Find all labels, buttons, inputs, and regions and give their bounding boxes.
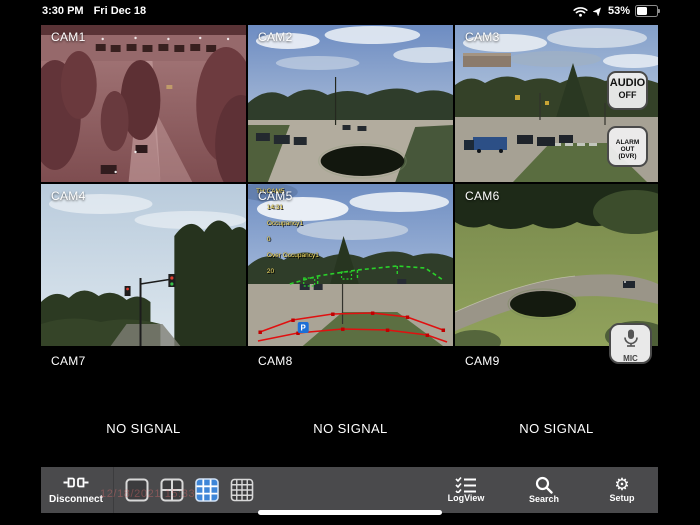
location-icon (592, 7, 601, 16)
layout-4x4-button[interactable] (229, 477, 255, 503)
camera-label: CAM8 (258, 354, 293, 368)
status-bar: 3:30 PM Fri Dec 18 53% (0, 0, 700, 24)
wifi-icon (573, 6, 588, 17)
alarm-out-button[interactable]: ALARM OUT (DVR) (607, 126, 648, 167)
no-signal-text: NO SIGNAL (106, 421, 181, 436)
camera-label: CAM7 (51, 354, 86, 368)
alarm-button-target: (DVR) (618, 153, 637, 160)
camera-label: CAM2 (258, 30, 293, 44)
camera-label: CAM6 (465, 189, 500, 203)
audio-button-state: OFF (618, 90, 637, 100)
status-date: Fri Dec 18 (93, 5, 147, 17)
battery-fill (637, 7, 647, 15)
camera-label: CAM4 (51, 189, 86, 203)
search-button[interactable]: Search (520, 476, 568, 504)
setup-button[interactable]: ⚙ Setup (598, 476, 646, 504)
layout-3x3-button-active[interactable] (194, 477, 220, 503)
camera-tile-cam1[interactable]: CAM1 (41, 25, 246, 182)
camera-label: CAM5 (258, 189, 293, 203)
status-time: 3:30 PM (42, 5, 84, 17)
audio-off-button[interactable]: AUDIO OFF (607, 71, 648, 110)
cam6-video-feed (455, 184, 658, 346)
layout-1x1-button[interactable] (124, 477, 150, 503)
logview-label: LogView (447, 493, 485, 503)
gear-icon: ⚙ (614, 475, 630, 494)
camera-label: CAM9 (465, 354, 500, 368)
mic-button[interactable]: MIC (609, 323, 652, 364)
bottom-toolbar: Disconnect LogView Search ⚙ Setup (41, 467, 658, 513)
status-time-date: 3:30 PM Fri Dec 18 (42, 5, 146, 17)
parking-marker: P (301, 323, 307, 332)
camera-label: CAM3 (465, 30, 500, 44)
camera-tile-cam6[interactable]: CAM6 (455, 184, 658, 346)
layout-2x2-button[interactable] (159, 477, 185, 503)
toolbar-divider (113, 467, 114, 513)
disconnect-button[interactable]: Disconnect (41, 475, 111, 505)
disconnect-label: Disconnect (49, 494, 103, 505)
cam4-video-feed (41, 184, 246, 346)
no-signal-text: NO SIGNAL (313, 421, 388, 436)
mic-button-label: MIC (623, 354, 638, 363)
camera-tile-cam2[interactable]: CAM2 (248, 25, 453, 182)
disconnect-plug-icon (63, 477, 89, 488)
cam2-video-feed (248, 25, 453, 182)
setup-label: Setup (609, 493, 635, 503)
battery-nub (658, 9, 660, 13)
status-indicators: 53% (573, 5, 660, 17)
cam1-video-feed (41, 25, 246, 182)
toolbar-right-group: LogView Search ⚙ Setup (442, 476, 646, 504)
microphone-icon (623, 329, 638, 347)
battery-icon (635, 5, 660, 17)
home-indicator[interactable] (258, 510, 442, 515)
search-icon (535, 476, 553, 494)
logview-list-icon (455, 476, 476, 493)
search-label: Search (528, 494, 560, 504)
battery-percent: 53% (607, 5, 630, 17)
no-signal-text: NO SIGNAL (519, 421, 594, 436)
logview-button[interactable]: LogView (442, 476, 490, 504)
layout-buttons (124, 477, 255, 503)
dvr-viewer-screen: 3:30 PM Fri Dec 18 53% CAM1 CAM2 CAM3 CA… (0, 0, 700, 525)
audio-button-label: AUDIO (609, 77, 646, 89)
camera-tile-cam4[interactable]: CAM4 (41, 184, 246, 346)
alarm-button-label: ALARM OUT (615, 139, 640, 153)
camera-tile-cam5[interactable]: P TH:CAM5 14:31 Occupancy1 0 Over Occupa… (248, 184, 453, 346)
camera-label: CAM1 (51, 30, 86, 44)
